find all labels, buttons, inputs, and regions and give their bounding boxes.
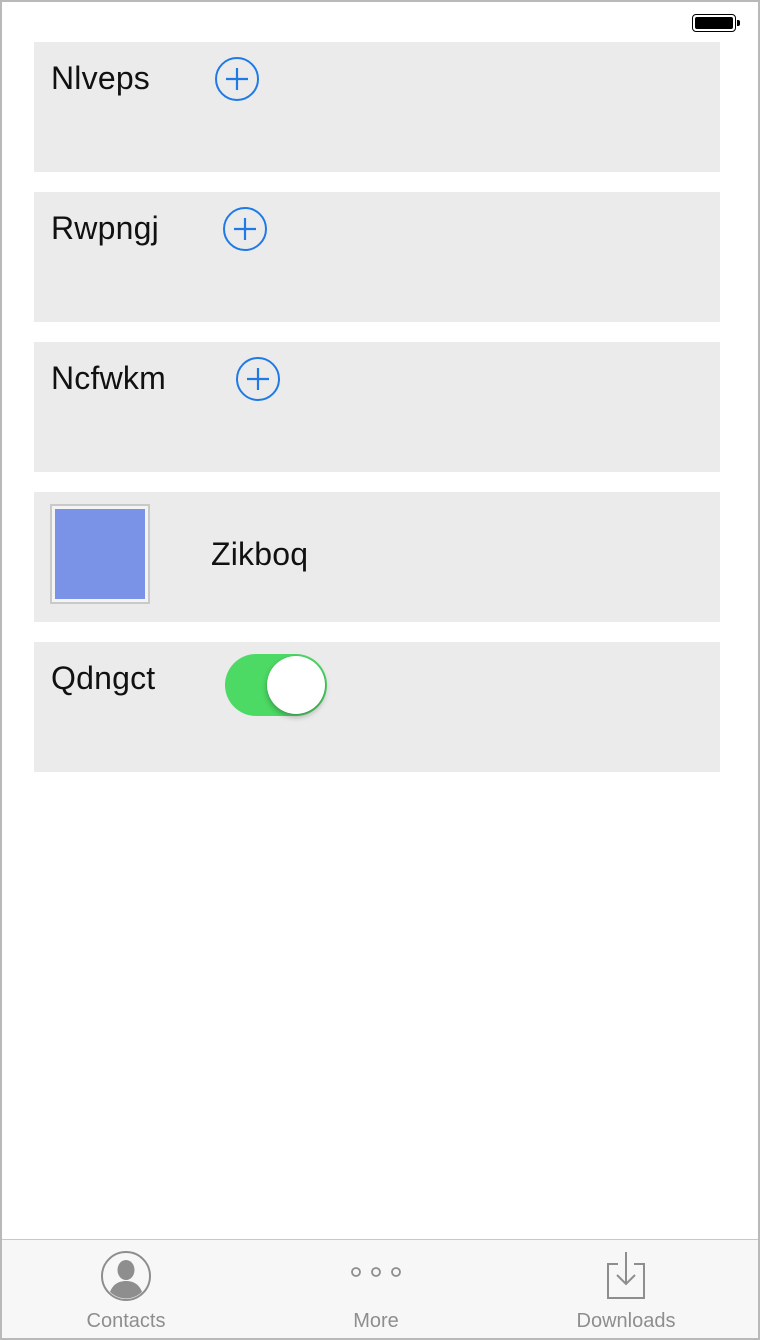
- toggle-knob: [267, 656, 325, 714]
- list-item-ncfwkm: Ncfwkm: [34, 342, 720, 472]
- thumbnail-image: [55, 509, 145, 599]
- battery-icon: [692, 14, 740, 32]
- tab-downloads[interactable]: Downloads: [536, 1240, 716, 1338]
- row-label: Qdngct: [51, 660, 156, 696]
- add-icon[interactable]: [236, 357, 280, 401]
- row-label: Zikboq: [211, 536, 309, 572]
- list-item-qdngct: Qdngct: [34, 642, 720, 772]
- list-item-rwpngj: Rwpngj: [34, 192, 720, 322]
- tab-label: More: [353, 1310, 399, 1332]
- toggle-switch[interactable]: [225, 654, 327, 716]
- row-label: Nlveps: [51, 60, 151, 96]
- add-icon[interactable]: [215, 57, 259, 101]
- list-item-zikboq: Zikboq: [34, 492, 720, 622]
- row-label: Ncfwkm: [51, 360, 166, 396]
- app-screen: Nlveps Rwpngj Ncfwkm Zikboq Qdngct Conta…: [0, 0, 760, 1340]
- downloads-icon: [604, 1250, 648, 1307]
- image-thumbnail[interactable]: [50, 504, 150, 604]
- tab-label: Contacts: [86, 1310, 166, 1332]
- tab-bar: Contacts More Downloads: [2, 1239, 758, 1338]
- tab-contacts[interactable]: Contacts: [36, 1240, 216, 1338]
- row-label: Rwpngj: [51, 210, 159, 246]
- add-icon[interactable]: [223, 207, 267, 251]
- tab-more[interactable]: More: [286, 1240, 466, 1338]
- tab-label: Downloads: [576, 1310, 676, 1332]
- list-item-nlveps: Nlveps: [34, 42, 720, 172]
- contacts-icon: [100, 1250, 152, 1307]
- more-icon: [350, 1262, 402, 1287]
